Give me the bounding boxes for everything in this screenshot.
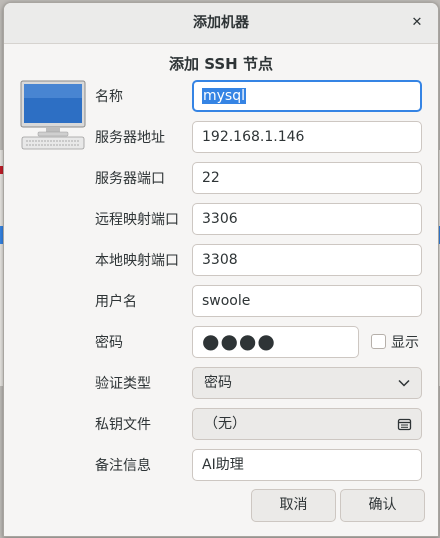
window-title: 添加机器 [193,15,249,31]
show-password-checkbox[interactable] [371,333,386,349]
row-note: 备注信息 AI助理 [4,449,438,483]
remote-port-label: 远程映射端口 [95,212,179,228]
confirm-button[interactable]: 确认 [340,489,425,522]
row-remote-port: 远程映射端口 3306 [4,203,438,237]
auth-type-value: 密码 [204,375,232,391]
port-label: 服务器端口 [95,171,165,187]
host-input[interactable]: 192.168.1.146 [192,121,422,153]
host-label: 服务器地址 [95,130,165,146]
titlebar: 添加机器 ✕ [4,3,438,44]
username-label: 用户名 [95,294,137,310]
show-password-toggle[interactable]: 显示 [371,326,419,360]
key-file-value: （无） [204,416,246,432]
show-password-label: 显示 [391,335,419,351]
close-icon: ✕ [411,15,423,30]
chevron-down-icon [398,379,410,387]
close-button[interactable]: ✕ [408,14,426,32]
local-port-label: 本地映射端口 [95,253,179,269]
password-dots: ●●●● [202,329,276,353]
name-input[interactable]: mysql [192,80,422,112]
password-input[interactable]: ●●●● [192,326,359,358]
row-local-port: 本地映射端口 3308 [4,244,438,278]
add-machine-dialog: 添加机器 ✕ 添加 SSH 节点 名称 mysql 服务器地址 192.168.… [3,2,439,537]
file-open-icon [397,418,412,431]
auth-type-label: 验证类型 [95,376,151,392]
row-auth-type: 验证类型 密码 [4,367,438,401]
cancel-button[interactable]: 取消 [251,489,336,522]
row-host: 服务器地址 192.168.1.146 [4,121,438,155]
password-label: 密码 [95,335,123,351]
name-label: 名称 [95,89,123,105]
local-port-input[interactable]: 3308 [192,244,422,276]
row-key-file: 私钥文件 （无） [4,408,438,442]
dialog-heading: 添加 SSH 节点 [169,55,273,73]
row-username: 用户名 swoole [4,285,438,319]
name-value: mysql [202,88,246,104]
note-label: 备注信息 [95,458,151,474]
row-password: 密码 ●●●● 显示 [4,326,438,360]
note-input[interactable]: AI助理 [192,449,422,481]
auth-type-select[interactable]: 密码 [192,367,422,399]
remote-port-input[interactable]: 3306 [192,203,422,235]
key-file-chooser[interactable]: （无） [192,408,422,440]
row-port: 服务器端口 22 [4,162,438,196]
row-name: 名称 mysql [4,80,438,114]
port-input[interactable]: 22 [192,162,422,194]
username-input[interactable]: swoole [192,285,422,317]
key-file-label: 私钥文件 [95,417,151,433]
